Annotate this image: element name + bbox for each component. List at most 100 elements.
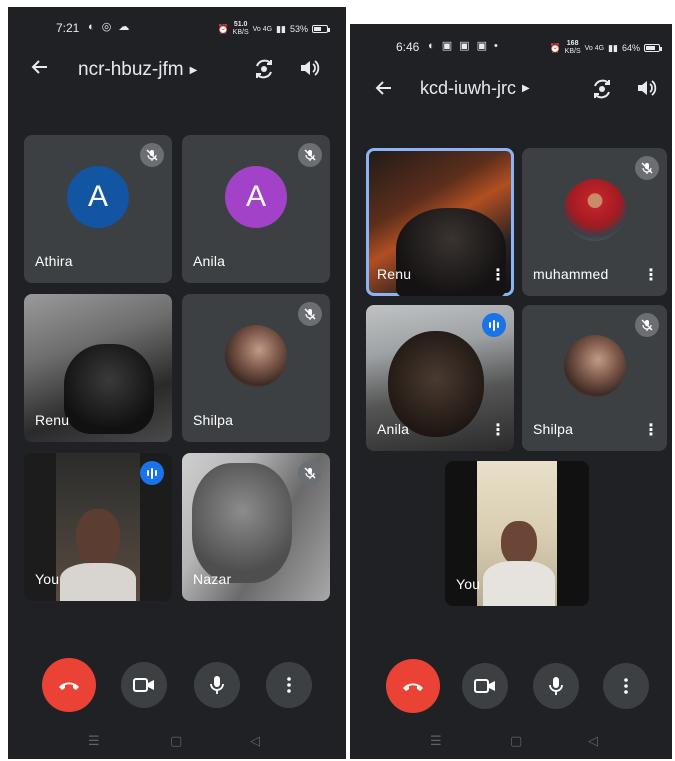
signal-icon: ▮▮ <box>276 23 286 34</box>
back-arrow-icon[interactable] <box>30 57 50 83</box>
alarm-icon: ⏰ <box>217 23 229 34</box>
camera-flip-icon[interactable] <box>252 57 276 86</box>
nav-home-icon[interactable]: ▢ <box>510 733 522 749</box>
participant-tile-athira[interactable]: A Athira <box>24 135 172 283</box>
participant-tile-you[interactable]: You <box>24 453 172 601</box>
mic-toggle-button[interactable] <box>194 662 240 708</box>
mic-icon <box>210 676 224 694</box>
more-options-button[interactable] <box>266 662 312 708</box>
participant-tile-shilpa[interactable]: Shilpa ⋮ <box>522 305 667 451</box>
avatar <box>563 179 626 242</box>
phone-screen-left: 7:21 ◐ ◎ ☁ ⏰ 51.0 KB/S Vo 4G ▮▮ 53% ncr-h… <box>8 7 346 759</box>
speaking-indicator-icon <box>482 313 506 337</box>
participant-name: Athira <box>35 253 73 269</box>
participant-name: Renu <box>35 412 70 428</box>
mic-off-icon <box>298 143 322 167</box>
video-feed-face <box>501 521 537 565</box>
participant-name: Shilpa <box>533 421 574 437</box>
phone-screen-right: 6:46 ◐ ▣ ▣ ▣ • ⏰ 168 KB/S Vo 4G ▮▮ 64% kc… <box>350 24 672 759</box>
status-notification-icons: ◐ ▣ ▣ ▣ • <box>428 40 500 52</box>
more-vert-icon[interactable]: ⋮ <box>490 268 506 284</box>
battery-percent: 53% <box>289 24 308 34</box>
video-feed-shoulders <box>483 561 555 606</box>
participant-name: muhammed <box>533 266 609 282</box>
avatar: A <box>225 166 287 229</box>
nav-back-icon[interactable]: ◁ <box>250 733 260 749</box>
network-indicator: Vo 4G <box>584 44 605 52</box>
nav-home-icon[interactable]: ▢ <box>170 733 182 749</box>
participant-name: Shilpa <box>193 412 234 428</box>
video-camera-icon <box>133 678 154 692</box>
speaker-icon[interactable] <box>635 77 657 104</box>
call-controls <box>350 658 672 714</box>
mic-off-icon <box>140 143 164 167</box>
network-indicator: Vo 4G <box>252 25 273 33</box>
end-call-button[interactable] <box>42 658 96 712</box>
video-feed <box>64 344 154 434</box>
speaking-indicator-icon <box>140 461 164 485</box>
participant-tile-nazar[interactable]: Nazar <box>182 453 330 601</box>
participant-name: Renu <box>377 266 412 282</box>
participant-tile-anila[interactable]: A Anila <box>182 135 330 283</box>
status-notification-icons: ◐ ◎ ☁ <box>88 21 132 33</box>
mic-off-icon <box>635 156 659 180</box>
nav-back-icon[interactable]: ◁ <box>588 733 598 749</box>
participant-name: Anila <box>377 421 410 437</box>
participant-tile-renu[interactable]: Renu <box>24 294 172 442</box>
battery-percent: 64% <box>621 43 640 53</box>
back-arrow-icon[interactable] <box>374 78 394 104</box>
video-feed <box>192 463 292 583</box>
mic-toggle-button[interactable] <box>533 663 579 709</box>
end-call-icon <box>403 683 423 691</box>
camera-toggle-button[interactable] <box>121 662 167 708</box>
more-options-button[interactable] <box>603 663 649 709</box>
participant-name: Nazar <box>193 571 232 587</box>
more-vert-icon[interactable]: ⋮ <box>490 423 506 439</box>
participant-tile-shilpa[interactable]: Shilpa <box>182 294 330 442</box>
status-right-info: ⏰ 168 KB/S Vo 4G ▮▮ 64% <box>549 40 662 56</box>
meeting-code-title[interactable]: kcd-iuwh-jrc ▶ <box>420 78 530 99</box>
caret-right-icon: ▶ <box>522 83 530 94</box>
mic-off-icon <box>298 461 322 485</box>
more-vert-icon <box>287 677 291 693</box>
video-feed-shoulders <box>60 563 136 601</box>
more-vert-icon[interactable]: ⋮ <box>643 268 659 284</box>
status-time: 6:46 <box>396 40 420 54</box>
participant-tile-muhammed[interactable]: muhammed ⋮ <box>522 148 667 296</box>
data-rate: 168 KB/S <box>564 40 581 55</box>
battery-icon <box>644 44 662 52</box>
camera-toggle-button[interactable] <box>462 663 508 709</box>
avatar <box>225 325 287 388</box>
end-call-button[interactable] <box>386 659 440 713</box>
caret-right-icon: ▶ <box>189 64 198 76</box>
avatar <box>563 335 626 398</box>
more-vert-icon[interactable]: ⋮ <box>643 423 659 439</box>
mic-icon <box>549 677 563 695</box>
video-camera-icon <box>474 679 495 693</box>
mic-off-icon <box>635 313 659 337</box>
video-feed-face <box>76 509 120 565</box>
participant-name: You <box>456 576 481 592</box>
status-bar: 6:46 ◐ ▣ ▣ ▣ • ⏰ 168 KB/S Vo 4G ▮▮ 64% <box>350 24 672 60</box>
participant-tile-you[interactable]: You <box>445 461 589 606</box>
status-time: 7:21 <box>56 21 80 35</box>
call-header: kcd-iuwh-jrc ▶ <box>350 72 672 112</box>
speaker-icon[interactable] <box>298 57 320 84</box>
status-bar: 7:21 ◐ ◎ ☁ ⏰ 51.0 KB/S Vo 4G ▮▮ 53% <box>8 7 346 43</box>
system-nav-bar: ☰ ▢ ◁ <box>350 723 672 759</box>
call-controls <box>8 657 346 713</box>
meeting-code-title[interactable]: ncr-hbuz-jfm ▶ <box>78 59 197 81</box>
more-vert-icon <box>624 678 628 694</box>
camera-flip-icon[interactable] <box>590 77 614 106</box>
participant-tile-anila[interactable]: Anila ⋮ <box>366 305 514 451</box>
participant-tile-renu[interactable]: Renu ⋮ <box>366 148 514 296</box>
avatar: A <box>67 166 129 229</box>
battery-icon <box>312 25 330 33</box>
nav-menu-icon[interactable]: ☰ <box>430 733 442 749</box>
nav-menu-icon[interactable]: ☰ <box>88 733 100 749</box>
system-nav-bar: ☰ ▢ ◁ <box>8 723 346 759</box>
status-right-info: ⏰ 51.0 KB/S Vo 4G ▮▮ 53% <box>217 21 330 37</box>
alarm-icon: ⏰ <box>549 42 561 53</box>
mic-off-icon <box>298 302 322 326</box>
participant-name: You <box>35 571 60 587</box>
